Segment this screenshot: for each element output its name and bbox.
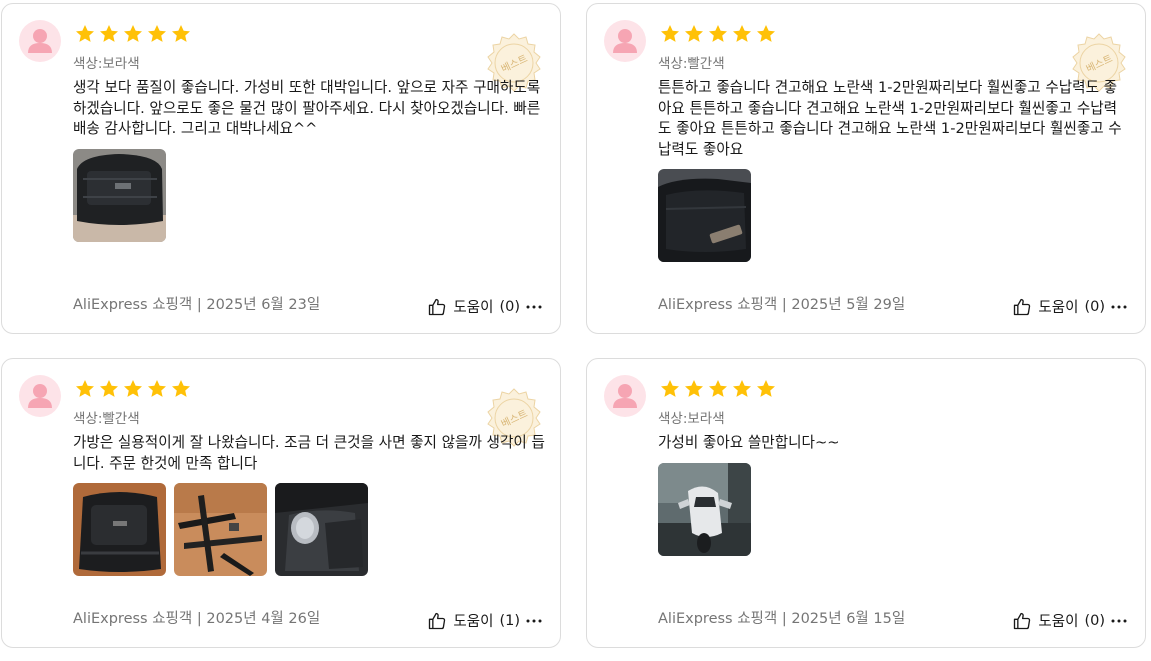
star-icon	[148, 380, 166, 397]
helpful-label: 도움이	[453, 614, 494, 630]
review-author: AliExpress 쇼핑객	[658, 297, 778, 313]
sku-variant: 색상:보라색	[658, 411, 725, 427]
review-text: 가방은 실용적이게 잘 나왔습니다. 조금 더 큰것을 사면 좋지 않을까 생각…	[73, 434, 545, 472]
black-bag-photo[interactable]	[73, 149, 166, 242]
helpful-button[interactable]: 도움이 (1)	[427, 610, 520, 631]
review-author: AliExpress 쇼핑객	[73, 297, 193, 313]
star-icon	[757, 380, 775, 397]
star-icon	[757, 25, 775, 42]
user-avatar-icon	[19, 20, 61, 62]
rating-stars	[74, 23, 192, 45]
bag-interior-photo[interactable]	[275, 483, 368, 576]
more-options-icon[interactable]	[525, 611, 543, 631]
black-bag-photo[interactable]	[658, 169, 751, 262]
star-icon	[709, 380, 727, 397]
star-icon	[733, 25, 751, 42]
helpful-label: 도움이	[1038, 614, 1079, 630]
review-author: AliExpress 쇼핑객	[73, 611, 193, 627]
review-card: 색상:빨간색 베스트 가방은 실용적이게 잘 나왔습니다. 조금 더 큰것을 사…	[1, 358, 561, 648]
star-icon	[172, 25, 190, 42]
review-photos	[73, 483, 368, 576]
helpful-count: (0)	[499, 298, 520, 315]
review-text: 생각 보다 품질이 좋습니다. 가성비 또한 대박입니다. 앞으로 자주 구매하…	[73, 79, 541, 137]
rating-stars	[659, 378, 777, 400]
review-meta: AliExpress 쇼핑객 | 2025년 6월 15일	[658, 611, 906, 627]
star-icon	[76, 380, 94, 397]
helpful-button[interactable]: 도움이 (0)	[1012, 296, 1105, 317]
star-icon	[709, 25, 727, 42]
review-text: 튼튼하고 좋습니다 견고해요 노란색 1-2만원짜리보다 훨씬좋고 수납력도 좋…	[658, 79, 1122, 158]
review-meta: AliExpress 쇼핑객 | 2025년 5월 29일	[658, 297, 906, 313]
sku-variant: 색상:빨간색	[73, 411, 140, 427]
review-date: 2025년 6월 23일	[206, 297, 321, 313]
helpful-label: 도움이	[1038, 300, 1079, 316]
sku-variant: 색상:보라색	[73, 56, 140, 72]
rating-stars	[659, 23, 777, 45]
review-photos	[658, 463, 751, 556]
helpful-count: (0)	[1084, 298, 1105, 315]
review-author: AliExpress 쇼핑객	[658, 611, 778, 627]
star-icon	[733, 380, 751, 397]
review-date: 2025년 5월 29일	[791, 297, 906, 313]
star-icon	[124, 380, 142, 397]
star-icon	[124, 25, 142, 42]
review-photos	[73, 149, 166, 242]
review-card: 색상:보라색 가성비 좋아요 쓸만합니다~~ AliExpress 쇼핑객 | …	[586, 358, 1146, 648]
star-icon	[661, 380, 679, 397]
review-date: 2025년 6월 15일	[791, 611, 906, 627]
more-options-icon[interactable]	[1110, 297, 1128, 317]
review-meta: AliExpress 쇼핑객 | 2025년 4월 26일	[73, 611, 321, 627]
review-photos	[658, 169, 751, 262]
thumbs-up-icon	[1014, 612, 1031, 629]
helpful-button[interactable]: 도움이 (0)	[427, 296, 520, 317]
user-avatar-icon	[19, 375, 61, 417]
helpful-count: (0)	[1084, 612, 1105, 629]
user-avatar-icon	[604, 20, 646, 62]
straps-photo[interactable]	[174, 483, 267, 576]
star-icon	[76, 25, 94, 42]
more-options-icon[interactable]	[525, 297, 543, 317]
star-icon	[100, 25, 118, 42]
review-card: 색상:빨간색 베스트 튼튼하고 좋습니다 견고해요 노란색 1-2만원짜리보다 …	[586, 3, 1146, 334]
thumbs-up-icon	[429, 612, 446, 629]
rating-stars	[74, 378, 192, 400]
review-meta: AliExpress 쇼핑객 | 2025년 6월 23일	[73, 297, 321, 313]
user-avatar-icon	[604, 375, 646, 417]
star-icon	[685, 25, 703, 42]
thumbs-up-icon	[1014, 298, 1031, 315]
helpful-count: (1)	[499, 612, 520, 629]
black-bag-photo[interactable]	[73, 483, 166, 576]
helpful-label: 도움이	[453, 300, 494, 316]
more-options-icon[interactable]	[1110, 611, 1128, 631]
sku-variant: 색상:빨간색	[658, 56, 725, 72]
star-icon	[685, 380, 703, 397]
star-icon	[100, 380, 118, 397]
star-icon	[148, 25, 166, 42]
star-icon	[172, 380, 190, 397]
review-date: 2025년 4월 26일	[206, 611, 321, 627]
review-card: 색상:보라색 베스트 생각 보다 품질이 좋습니다. 가성비 또한 대박입니다.…	[1, 3, 561, 334]
review-text: 가성비 좋아요 쓸만합니다~~	[658, 434, 840, 451]
thumbs-up-icon	[429, 298, 446, 315]
motorcycle-photo[interactable]	[658, 463, 751, 556]
helpful-button[interactable]: 도움이 (0)	[1012, 610, 1105, 631]
star-icon	[661, 25, 679, 42]
